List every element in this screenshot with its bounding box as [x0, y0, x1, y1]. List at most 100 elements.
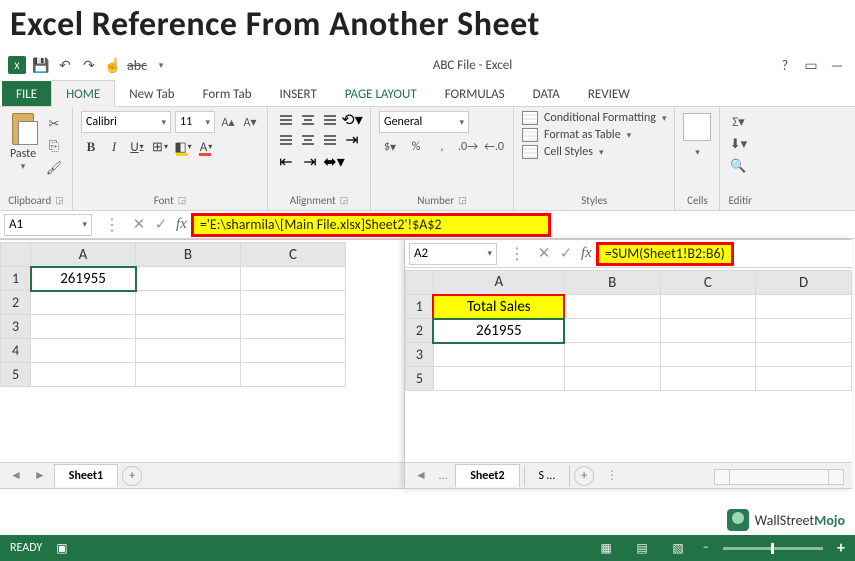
- col-header-a[interactable]: A: [31, 243, 136, 267]
- align-bottom-icon[interactable]: [320, 111, 340, 129]
- col-header-a-right[interactable]: A: [433, 271, 564, 295]
- fx-icon-right[interactable]: fx: [577, 245, 596, 262]
- cell-c5-left[interactable]: [241, 363, 346, 387]
- number-format-combo[interactable]: General▾: [379, 111, 469, 133]
- italic-button[interactable]: I: [104, 137, 124, 157]
- paste-button[interactable]: Paste ▾: [8, 111, 38, 172]
- ribbon-options-icon[interactable]: ▭: [801, 57, 821, 74]
- horizontal-scrollbar[interactable]: [714, 469, 844, 485]
- row-header-1-right[interactable]: 1: [406, 295, 434, 319]
- col-header-b[interactable]: B: [136, 243, 241, 267]
- cell-b2-right[interactable]: [564, 319, 660, 343]
- cell-a4-left[interactable]: [31, 339, 136, 363]
- touch-mode-icon[interactable]: ☝: [104, 56, 122, 74]
- clipboard-launcher-icon[interactable]: ◲: [55, 195, 64, 206]
- number-launcher-icon[interactable]: ◲: [458, 195, 467, 206]
- cells-icon[interactable]: [683, 113, 711, 141]
- col-header-d-right[interactable]: D: [756, 271, 852, 295]
- cell-b4-left[interactable]: [136, 339, 241, 363]
- help-button[interactable]: ?: [775, 57, 795, 74]
- cell-d2-right[interactable]: [756, 319, 852, 343]
- font-name-combo[interactable]: Calibri▾: [81, 111, 171, 133]
- increase-decimal-icon[interactable]: .0→: [457, 137, 479, 157]
- cell-b5-left[interactable]: [136, 363, 241, 387]
- tab-data[interactable]: DATA: [519, 81, 574, 106]
- tab-new-tab[interactable]: New Tab: [115, 81, 188, 106]
- cell-c3-left[interactable]: [241, 315, 346, 339]
- align-left-icon[interactable]: [276, 131, 296, 149]
- cell-c1-left[interactable]: [241, 267, 346, 291]
- cell-a5-right[interactable]: [433, 367, 564, 391]
- undo-icon[interactable]: ↶: [56, 56, 74, 74]
- decrease-indent-icon[interactable]: ⇤: [276, 153, 296, 171]
- format-painter-icon[interactable]: 🖌: [44, 159, 64, 177]
- col-header-b-right[interactable]: B: [564, 271, 660, 295]
- enter-formula-icon[interactable]: ✓: [150, 214, 172, 236]
- decrease-decimal-icon[interactable]: ←.0: [483, 137, 505, 157]
- normal-view-icon[interactable]: ▦: [595, 539, 617, 557]
- paste-dropdown-icon[interactable]: ▾: [21, 161, 26, 172]
- row-header-3-right[interactable]: 3: [406, 343, 434, 367]
- row-header-5-right[interactable]: 5: [406, 367, 434, 391]
- sheet-tab-s[interactable]: S …: [524, 465, 571, 487]
- zoom-in-button[interactable]: +: [837, 539, 845, 558]
- align-top-icon[interactable]: [276, 111, 296, 129]
- cell-styles-button[interactable]: Cell Styles ▾: [522, 145, 666, 159]
- cell-a2-left[interactable]: [31, 291, 136, 315]
- tab-review[interactable]: REVIEW: [574, 81, 644, 106]
- cancel-formula-icon[interactable]: ✕: [128, 214, 150, 236]
- cut-icon[interactable]: ✂: [44, 115, 64, 133]
- select-all-corner-right[interactable]: [406, 271, 434, 295]
- shrink-font-icon[interactable]: A▾: [241, 111, 259, 133]
- autosum-icon[interactable]: Σ▾: [728, 113, 748, 131]
- redo-icon[interactable]: ↷: [80, 56, 98, 74]
- copy-icon[interactable]: ⎘: [44, 137, 64, 155]
- cell-b1-left[interactable]: [136, 267, 241, 291]
- cell-c5-right[interactable]: [660, 367, 756, 391]
- row-header-1[interactable]: 1: [1, 267, 31, 291]
- fill-icon[interactable]: ⬇▾: [728, 135, 748, 153]
- font-color-icon[interactable]: A▾: [196, 137, 216, 157]
- sheet-nav-more-icon-right[interactable]: …: [435, 469, 451, 483]
- new-sheet-button-right[interactable]: +: [574, 466, 594, 486]
- alignment-launcher-icon[interactable]: ◲: [340, 195, 349, 206]
- font-size-combo[interactable]: 11▾: [175, 111, 215, 133]
- cell-a3-left[interactable]: [31, 315, 136, 339]
- cell-a1-left[interactable]: 261955: [31, 267, 136, 291]
- cell-b3-left[interactable]: [136, 315, 241, 339]
- grow-font-icon[interactable]: A▴: [219, 111, 237, 133]
- cancel-formula-icon-right[interactable]: ✕: [533, 243, 555, 265]
- sheet-tab-sheet1[interactable]: Sheet1: [54, 464, 118, 487]
- font-launcher-icon[interactable]: ◲: [178, 195, 187, 206]
- page-break-view-icon[interactable]: ▧: [667, 539, 689, 557]
- wrap-text-icon[interactable]: ⇥: [342, 131, 362, 149]
- zoom-slider[interactable]: [723, 547, 823, 550]
- merge-center-icon[interactable]: ⬌▾: [324, 153, 344, 171]
- conditional-formatting-button[interactable]: Conditional Formatting ▾: [522, 111, 666, 125]
- cell-b5-right[interactable]: [564, 367, 660, 391]
- tab-page-layout[interactable]: PAGE LAYOUT: [331, 81, 431, 106]
- row-header-3[interactable]: 3: [1, 315, 31, 339]
- zoom-out-button[interactable]: −: [703, 541, 709, 555]
- bold-button[interactable]: B: [81, 137, 101, 157]
- formula-input-left[interactable]: ='E:\sharmila\[Main File.xlsx]Sheet2'!$A…: [191, 213, 551, 237]
- select-all-corner[interactable]: [1, 243, 31, 267]
- macro-record-icon[interactable]: ▣: [56, 541, 67, 556]
- qat-customize-icon[interactable]: ▾: [152, 56, 170, 74]
- cell-b2-left[interactable]: [136, 291, 241, 315]
- cell-a5-left[interactable]: [31, 363, 136, 387]
- cell-c1-right[interactable]: [660, 295, 756, 319]
- sheet-nav-prev-icon[interactable]: ◄: [6, 468, 26, 483]
- col-header-c-right[interactable]: C: [660, 271, 756, 295]
- cell-d5-right[interactable]: [756, 367, 852, 391]
- name-box-right[interactable]: A2▾: [409, 243, 497, 265]
- tab-file[interactable]: FILE: [2, 81, 51, 106]
- sheet-tab-sheet2[interactable]: Sheet2: [455, 464, 519, 487]
- cell-a3-right[interactable]: [433, 343, 564, 367]
- cell-a1-right[interactable]: Total Sales: [433, 295, 564, 319]
- page-layout-view-icon[interactable]: ▤: [631, 539, 653, 557]
- cell-a2-right[interactable]: 261955: [433, 319, 564, 343]
- cell-c3-right[interactable]: [660, 343, 756, 367]
- cell-d3-right[interactable]: [756, 343, 852, 367]
- row-header-4[interactable]: 4: [1, 339, 31, 363]
